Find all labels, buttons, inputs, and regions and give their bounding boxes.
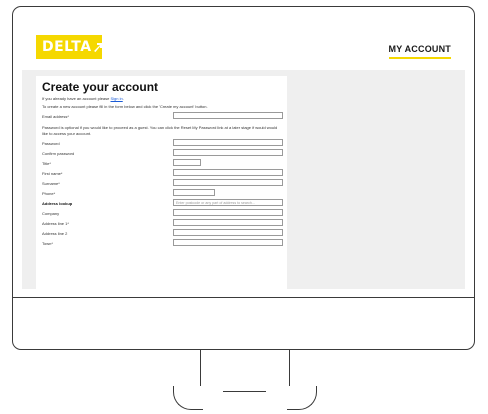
surname-row: Surname* (42, 179, 283, 189)
screen: DELTA MY ACCOUNT Create your account If … (22, 16, 465, 289)
title-label: Title* (42, 161, 51, 166)
password-note: Password is optional if you would like t… (42, 125, 278, 136)
password-row: Password (42, 139, 283, 149)
town-row: Town* (42, 239, 283, 249)
company-row: Company (42, 209, 283, 219)
confirm-password-row: Confirm password (42, 149, 283, 159)
monitor-stand-foot-left (173, 386, 203, 410)
email-row: Email address* (42, 112, 283, 122)
first-name-label: First name* (42, 171, 63, 176)
email-field[interactable] (173, 112, 283, 119)
first-name-row: First name* (42, 169, 283, 179)
title-select[interactable] (173, 159, 201, 166)
monitor-stand-neck-right (289, 350, 291, 386)
town-label: Town* (42, 241, 53, 246)
email-label: Email address* (42, 114, 69, 119)
monitor-chin-divider (12, 297, 475, 298)
monitor-stand-base (223, 391, 266, 393)
phone-label: Phone* (42, 191, 56, 196)
address-lookup-input[interactable]: Enter postcode or any part of address to… (173, 199, 283, 206)
address-line-2-label: Address line 2 (42, 231, 68, 236)
confirm-password-field[interactable] (173, 149, 283, 156)
company-field[interactable] (173, 209, 283, 216)
sign-in-link[interactable]: Sign in (111, 96, 123, 101)
address-line-1-field[interactable] (173, 219, 283, 226)
password-field[interactable] (173, 139, 283, 146)
address-line-2-field[interactable] (173, 229, 283, 236)
monitor-stand-foot-right (287, 386, 317, 410)
create-account-form: Create your account If you already have … (36, 76, 287, 289)
town-field[interactable] (173, 239, 283, 246)
surname-label: Surname* (42, 181, 60, 186)
title-row: Title* (42, 159, 281, 169)
page-title: Create your account (42, 80, 159, 94)
monitor-stand-neck-left (200, 350, 202, 386)
address-lookup-label: Address lookup (42, 201, 73, 206)
address-line-1-label: Address line 1* (42, 221, 69, 226)
address-line-1-row: Address line 1* (42, 219, 283, 229)
surname-field[interactable] (173, 179, 283, 186)
phone-row: Phone* (42, 189, 281, 199)
password-label: Password (42, 141, 60, 146)
address-lookup-row: Address lookup Enter postcode or any par… (42, 199, 283, 209)
address-line-2-row: Address line 2 (42, 229, 283, 239)
company-label: Company (42, 211, 60, 216)
first-name-field[interactable] (173, 169, 283, 176)
my-account-link[interactable]: MY ACCOUNT (388, 44, 451, 59)
arrow-icon (94, 43, 102, 52)
logo-text: DELTA (42, 39, 92, 55)
site-header: DELTA MY ACCOUNT (22, 16, 465, 70)
form-instructions: To create a new account please fill in t… (42, 104, 208, 109)
confirm-password-label: Confirm password (42, 151, 75, 156)
delta-logo[interactable]: DELTA (36, 35, 102, 59)
signin-prompt: If you already have an account please Si… (42, 96, 124, 101)
phone-field[interactable] (173, 189, 215, 196)
